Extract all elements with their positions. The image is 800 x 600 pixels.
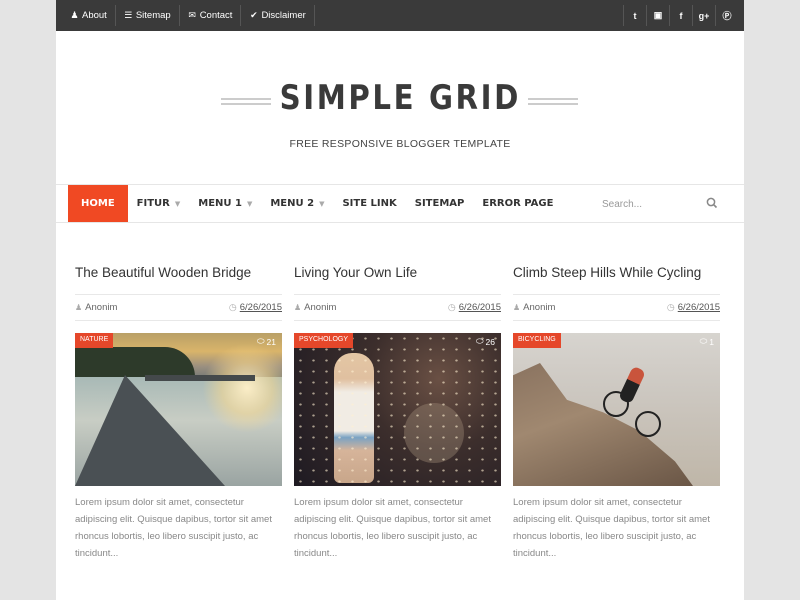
post-author[interactable]: ♟ Anonim	[75, 302, 117, 313]
nav-item-error-page[interactable]: ERROR PAGE	[473, 185, 562, 222]
search-input[interactable]	[602, 194, 697, 215]
search-icon[interactable]	[705, 196, 719, 210]
image-pier-rail	[145, 375, 255, 381]
envelope-icon: ✉	[188, 10, 196, 20]
nav-item-site-link[interactable]: SITE LINK	[333, 185, 405, 222]
nav-item-label: HOME	[81, 198, 115, 209]
post-card: Living Your Own Life ♟ Anonim ◷ 6/26/201…	[294, 262, 501, 559]
instagram-icon[interactable]: ▣	[646, 5, 669, 26]
clock-icon: ◷	[228, 302, 237, 312]
post-meta: ♟ Anonim ◷ 6/26/2015	[75, 294, 282, 321]
nav-item-fitur[interactable]: FITUR ▼	[128, 185, 190, 222]
caret-down-icon: ▼	[246, 199, 253, 208]
category-label[interactable]: BICYCLING	[513, 333, 561, 348]
main-nav: HOME FITUR ▼ MENU 1 ▼ MENU 2 ▼ SITE LINK…	[56, 184, 744, 223]
nav-item-menu-2[interactable]: MENU 2 ▼	[261, 185, 333, 222]
clock-icon: ◷	[666, 302, 675, 312]
clock-icon: ◷	[447, 302, 456, 312]
comment-count[interactable]: ⬭ 21	[257, 336, 276, 347]
user-icon: ♟	[513, 303, 521, 312]
nav-item-label: ERROR PAGE	[482, 198, 554, 209]
author-name: Anonim	[85, 302, 118, 313]
nav-item-menu-1[interactable]: MENU 1 ▼	[189, 185, 261, 222]
post-meta: ♟ Anonim ◷ 6/26/2015	[294, 294, 501, 321]
category-label[interactable]: PSYCHOLOGY	[294, 333, 354, 348]
top-link-sitemap[interactable]: ☰ Sitemap	[116, 5, 180, 26]
date-value: 6/26/2015	[677, 302, 720, 313]
image-snow	[294, 333, 501, 486]
search-box	[602, 194, 722, 215]
caret-down-icon: ▼	[174, 199, 181, 208]
top-link-label: Sitemap	[135, 10, 171, 21]
post-date[interactable]: ◷ 6/26/2015	[448, 302, 501, 313]
top-link-about[interactable]: ♟ About	[62, 5, 116, 26]
post-title[interactable]: Living Your Own Life	[294, 262, 501, 284]
post-card: Climb Steep Hills While Cycling ♟ Anonim…	[513, 262, 720, 559]
comment-count-value: 26	[485, 336, 495, 347]
facebook-icon[interactable]: f	[669, 5, 692, 26]
author-name: Anonim	[523, 302, 556, 313]
post-title[interactable]: Climb Steep Hills While Cycling	[513, 262, 720, 284]
comment-icon: ⬭	[699, 336, 708, 346]
google-plus-icon[interactable]: g+	[692, 5, 715, 26]
page: ♟ About ☰ Sitemap ✉ Contact ✔ Disclaimer…	[56, 0, 744, 600]
user-icon: ♟	[294, 303, 302, 312]
author-name: Anonim	[304, 302, 337, 313]
top-bar: ♟ About ☰ Sitemap ✉ Contact ✔ Disclaimer…	[56, 0, 744, 31]
post-author[interactable]: ♟ Anonim	[294, 302, 336, 313]
top-link-label: Contact	[199, 10, 233, 21]
post-title[interactable]: The Beautiful Wooden Bridge	[75, 262, 282, 284]
comment-count-value: 1	[709, 336, 714, 347]
comment-icon: ⬭	[256, 336, 265, 346]
post-author[interactable]: ♟ Anonim	[513, 302, 555, 313]
comment-count-value: 21	[266, 336, 276, 347]
top-links: ♟ About ☰ Sitemap ✉ Contact ✔ Disclaimer	[62, 0, 315, 31]
image-pier	[75, 375, 225, 486]
post-date[interactable]: ◷ 6/26/2015	[229, 302, 282, 313]
nav-item-sitemap[interactable]: SITEMAP	[406, 185, 474, 222]
post-excerpt: Lorem ipsum dolor sit amet, consectetur …	[513, 497, 710, 559]
caret-down-icon: ▼	[319, 199, 325, 208]
decorative-line-left	[221, 98, 271, 105]
date-value: 6/26/2015	[239, 302, 282, 313]
image-wheel	[635, 411, 661, 437]
twitter-icon[interactable]: t	[623, 5, 646, 26]
site-title[interactable]: SIMPLE GRID	[279, 78, 520, 118]
user-icon: ♟	[75, 303, 83, 312]
date-value: 6/26/2015	[458, 302, 501, 313]
post-excerpt: Lorem ipsum dolor sit amet, consectetur …	[75, 497, 272, 559]
post-date[interactable]: ◷ 6/26/2015	[667, 302, 720, 313]
post-thumbnail[interactable]: PSYCHOLOGY ⬭ 26	[294, 333, 501, 486]
post-excerpt: Lorem ipsum dolor sit amet, consectetur …	[294, 497, 491, 559]
image-rock	[513, 363, 693, 486]
user-icon: ♟	[70, 10, 79, 20]
post-card: The Beautiful Wooden Bridge ♟ Anonim ◷ 6…	[75, 262, 282, 559]
top-link-label: About	[82, 10, 107, 21]
top-link-contact[interactable]: ✉ Contact	[180, 5, 242, 26]
nav-item-label: SITE LINK	[342, 198, 397, 209]
post-thumbnail[interactable]: NATURE ⬭ 21	[75, 333, 282, 486]
top-link-disclaimer[interactable]: ✔ Disclaimer	[241, 5, 315, 26]
comment-count[interactable]: ⬭ 26	[476, 336, 495, 347]
nav-item-home[interactable]: HOME	[68, 185, 128, 222]
post-thumbnail[interactable]: BICYCLING ⬭ 1	[513, 333, 720, 486]
image-cyclist	[618, 365, 646, 405]
decorative-line-right	[528, 98, 578, 105]
pinterest-icon[interactable]: Ⓟ	[715, 5, 738, 26]
post-meta: ♟ Anonim ◷ 6/26/2015	[513, 294, 720, 321]
nav-item-label: FITUR	[136, 198, 170, 209]
nav-item-label: MENU 1	[198, 198, 242, 209]
nav-item-label: MENU 2	[270, 198, 315, 209]
category-label[interactable]: NATURE	[75, 333, 114, 348]
comment-icon: ⬭	[475, 336, 484, 346]
nav-item-label: SITEMAP	[414, 198, 465, 209]
site-header: SIMPLE GRID	[56, 78, 744, 118]
site-tagline: FREE RESPONSIVE BLOGGER TEMPLATE	[289, 138, 511, 150]
social-links: t ▣ f g+ Ⓟ	[623, 0, 738, 31]
top-link-label: Disclaimer	[261, 10, 306, 21]
image-hill	[75, 347, 195, 377]
check-circle-icon: ✔	[250, 10, 258, 20]
list-icon: ☰	[124, 10, 133, 20]
comment-count[interactable]: ⬭ 1	[700, 336, 714, 347]
